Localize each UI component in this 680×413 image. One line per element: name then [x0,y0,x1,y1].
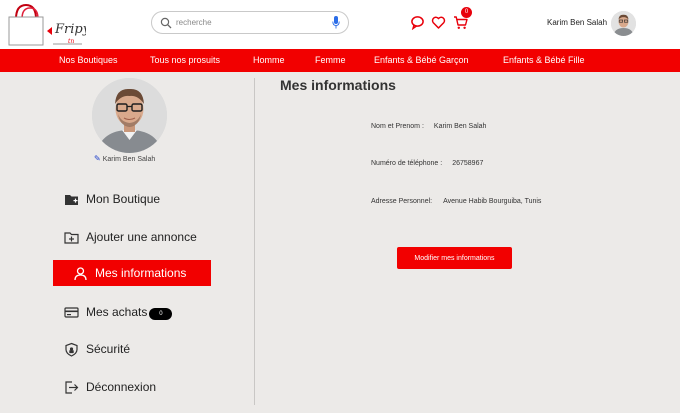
profile-avatar [92,78,167,153]
nav-enfants-bebe-garcon[interactable]: Enfants & Bébé Garçon [374,55,469,65]
microphone-icon[interactable] [332,16,340,29]
sidebar-item-label: Ajouter une annonce [86,230,197,244]
credit-card-icon [64,306,79,318]
info-row-telephone: Numéro de téléphone : 26758967 [371,160,483,167]
sidebar-item-mes-achats[interactable]: Mes achats 0 [64,301,173,323]
sidebar-item-label: Sécurité [86,342,131,356]
info-label: Adresse Personnel: [371,198,433,205]
nav-homme[interactable]: Homme [253,55,285,65]
purchases-count-badge: 0 [149,308,173,320]
fripy-logo[interactable]: Fripy tn [6,1,91,47]
header-avatar[interactable] [611,11,636,36]
nav-tous-nos-produits[interactable]: Tous nos prosuits [150,55,220,65]
page-title: Mes informations [280,77,396,93]
search-input[interactable] [176,15,326,30]
heart-icon[interactable] [431,15,446,30]
info-value: 26758967 [452,160,484,167]
sidebar-item-ajouter-une-annonce[interactable]: Ajouter une annonce [64,226,197,248]
info-label: Nom et Prenom : [371,123,424,130]
logo-wordmark: Fripy [54,22,86,37]
nav-femme[interactable]: Femme [315,55,346,65]
chat-icon[interactable] [410,15,425,30]
info-label: Numéro de téléphone : [371,160,443,167]
cart-count-badge: 0 [461,7,472,18]
info-row-adresse: Adresse Personnel: Avenue Habib Bourguiba… [371,198,541,205]
info-value: Avenue Habib Bourguiba, Tunis [443,198,542,205]
header-user-name[interactable]: Karim Ben Salah [547,18,607,27]
modify-info-button[interactable]: Modifier mes informations [397,247,512,269]
info-row-nom: Nom et Prenom : Karim Ben Salah [371,123,486,130]
user-icon [74,266,87,280]
sidebar-item-mes-informations[interactable]: Mes informations [53,260,211,286]
sidebar-item-label: Mes informations [95,266,187,280]
profile-name-text: Karim Ben Salah [102,156,156,163]
logout-icon [65,380,79,394]
sidebar-item-mon-boutique[interactable]: Mon Boutique [64,188,160,210]
profile-name[interactable]: ✎ Karim Ben Salah [94,154,155,163]
sidebar-item-securite[interactable]: Sécurité [64,338,130,360]
category-nav: Nos Boutiques Tous nos prosuits Homme Fe… [0,49,680,72]
folder-plus-icon [65,194,78,205]
search-icon[interactable] [160,17,172,29]
info-value: Karim Ben Salah [433,123,487,130]
sidebar-item-label: Déconnexion [86,380,157,394]
add-listing-icon [64,231,79,244]
nav-nos-boutiques[interactable]: Nos Boutiques [59,55,118,65]
edit-pencil-icon[interactable]: ✎ [94,154,101,163]
vertical-divider [254,78,255,405]
shield-icon [65,342,78,357]
sidebar-item-deconnexion[interactable]: Déconnexion [64,376,156,398]
top-header: Fripy tn 0 Karim Ben Salah [0,0,680,49]
sidebar-item-label: Mes achats [86,305,148,319]
nav-enfants-bebe-fille[interactable]: Enfants & Bébé Fille [503,55,585,65]
search-bar [151,11,349,34]
sidebar-item-label: Mon Boutique [86,192,161,206]
